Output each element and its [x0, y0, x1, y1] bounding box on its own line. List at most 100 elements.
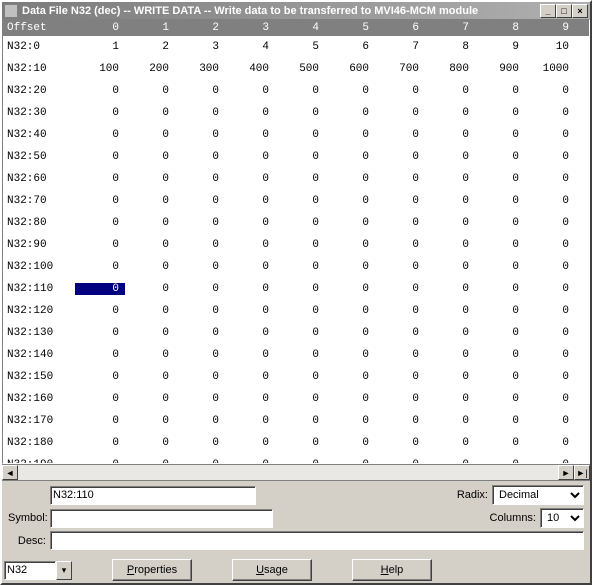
data-cell[interactable]: 6: [325, 41, 375, 53]
data-cell[interactable]: 0: [375, 129, 425, 141]
data-cell[interactable]: 0: [275, 349, 325, 361]
data-cell[interactable]: 0: [275, 85, 325, 97]
symbol-input[interactable]: [50, 509, 273, 528]
data-cell[interactable]: 0: [475, 85, 525, 97]
data-cell[interactable]: 0: [175, 129, 225, 141]
data-cell[interactable]: 4: [225, 41, 275, 53]
data-cell[interactable]: 900: [475, 63, 525, 75]
data-cell[interactable]: 0: [275, 217, 325, 229]
data-cell[interactable]: 0: [225, 283, 275, 295]
data-cell[interactable]: 0: [325, 349, 375, 361]
data-cell[interactable]: 0: [375, 415, 425, 427]
data-cell[interactable]: 8: [425, 41, 475, 53]
data-cell[interactable]: 0: [175, 85, 225, 97]
data-cell[interactable]: 0: [375, 437, 425, 449]
data-cell[interactable]: 0: [175, 261, 225, 273]
data-cell[interactable]: 0: [225, 415, 275, 427]
data-cell[interactable]: 0: [425, 217, 475, 229]
data-cell[interactable]: 0: [75, 129, 125, 141]
data-cell[interactable]: 1: [75, 41, 125, 53]
data-cell[interactable]: 0: [125, 305, 175, 317]
data-cell[interactable]: 0: [475, 129, 525, 141]
data-cell[interactable]: 0: [425, 393, 475, 405]
data-cell[interactable]: 5: [275, 41, 325, 53]
data-cell[interactable]: 0: [275, 195, 325, 207]
data-cell[interactable]: 0: [175, 371, 225, 383]
data-cell[interactable]: 0: [325, 459, 375, 464]
data-cell[interactable]: 0: [525, 393, 575, 405]
data-cell[interactable]: 0: [325, 261, 375, 273]
data-cell[interactable]: 0: [475, 151, 525, 163]
data-cell[interactable]: 0: [425, 173, 475, 185]
data-cell[interactable]: 400: [225, 63, 275, 75]
data-cell[interactable]: 0: [375, 283, 425, 295]
data-cell[interactable]: 0: [525, 437, 575, 449]
data-cell[interactable]: 0: [175, 195, 225, 207]
data-cell[interactable]: 0: [425, 349, 475, 361]
data-cell[interactable]: 0: [125, 349, 175, 361]
data-cell[interactable]: 0: [75, 415, 125, 427]
data-cell[interactable]: 0: [375, 217, 425, 229]
data-cell[interactable]: 100: [75, 63, 125, 75]
data-cell[interactable]: 0: [375, 327, 425, 339]
data-cell[interactable]: 0: [275, 437, 325, 449]
data-cell[interactable]: 0: [375, 239, 425, 251]
data-cell[interactable]: 0: [425, 305, 475, 317]
data-cell[interactable]: 0: [525, 195, 575, 207]
data-cell[interactable]: 0: [125, 85, 175, 97]
data-cell[interactable]: 0: [75, 217, 125, 229]
data-cell[interactable]: 0: [125, 393, 175, 405]
data-cell[interactable]: 0: [475, 239, 525, 251]
data-cell[interactable]: 1000: [525, 63, 575, 75]
scroll-left-button[interactable]: ◄: [2, 465, 18, 480]
data-cell[interactable]: 0: [475, 371, 525, 383]
data-cell[interactable]: 0: [325, 437, 375, 449]
data-cell[interactable]: 0: [425, 195, 475, 207]
data-cell[interactable]: 0: [425, 327, 475, 339]
data-cell[interactable]: 0: [225, 107, 275, 119]
data-cell[interactable]: 0: [525, 239, 575, 251]
data-cell[interactable]: 0: [475, 437, 525, 449]
columns-select[interactable]: 10: [540, 508, 584, 528]
data-cell[interactable]: 0: [75, 305, 125, 317]
data-cell[interactable]: 0: [225, 349, 275, 361]
data-cell[interactable]: 0: [275, 107, 325, 119]
data-cell[interactable]: 3: [175, 41, 225, 53]
data-cell[interactable]: 0: [75, 239, 125, 251]
data-cell[interactable]: 200: [125, 63, 175, 75]
data-cell[interactable]: 0: [525, 415, 575, 427]
data-cell[interactable]: 0: [275, 261, 325, 273]
data-cell[interactable]: 700: [375, 63, 425, 75]
data-cell[interactable]: 0: [525, 371, 575, 383]
data-cell[interactable]: 0: [225, 261, 275, 273]
data-cell[interactable]: 0: [175, 327, 225, 339]
data-cell[interactable]: 10: [525, 41, 575, 53]
scroll-right-button[interactable]: ►: [558, 465, 574, 480]
data-cell[interactable]: 0: [475, 283, 525, 295]
usage-button[interactable]: Usage: [232, 559, 312, 581]
data-cell[interactable]: 0: [475, 393, 525, 405]
desc-input[interactable]: [50, 531, 584, 550]
data-cell[interactable]: 0: [325, 283, 375, 295]
data-cell[interactable]: 0: [225, 305, 275, 317]
radix-select[interactable]: Decimal: [492, 485, 584, 505]
file-dropdown-button[interactable]: ▾: [56, 561, 72, 580]
data-cell[interactable]: 0: [175, 107, 225, 119]
data-cell[interactable]: 0: [275, 415, 325, 427]
data-cell[interactable]: 0: [375, 261, 425, 273]
data-cell[interactable]: 0: [225, 327, 275, 339]
data-cell[interactable]: 0: [175, 283, 225, 295]
data-cell[interactable]: 0: [125, 437, 175, 449]
data-cell[interactable]: 800: [425, 63, 475, 75]
data-cell[interactable]: 0: [175, 459, 225, 464]
data-cell[interactable]: 0: [375, 371, 425, 383]
data-cell[interactable]: 0: [75, 151, 125, 163]
data-cell[interactable]: 0: [75, 261, 125, 273]
data-cell[interactable]: 0: [275, 459, 325, 464]
data-cell[interactable]: 0: [125, 283, 175, 295]
data-cell[interactable]: 0: [475, 217, 525, 229]
data-cell[interactable]: 600: [325, 63, 375, 75]
data-cell[interactable]: 0: [475, 349, 525, 361]
scrollbar-track[interactable]: [18, 465, 558, 480]
titlebar[interactable]: Data File N32 (dec) -- WRITE DATA -- Wri…: [2, 2, 590, 19]
